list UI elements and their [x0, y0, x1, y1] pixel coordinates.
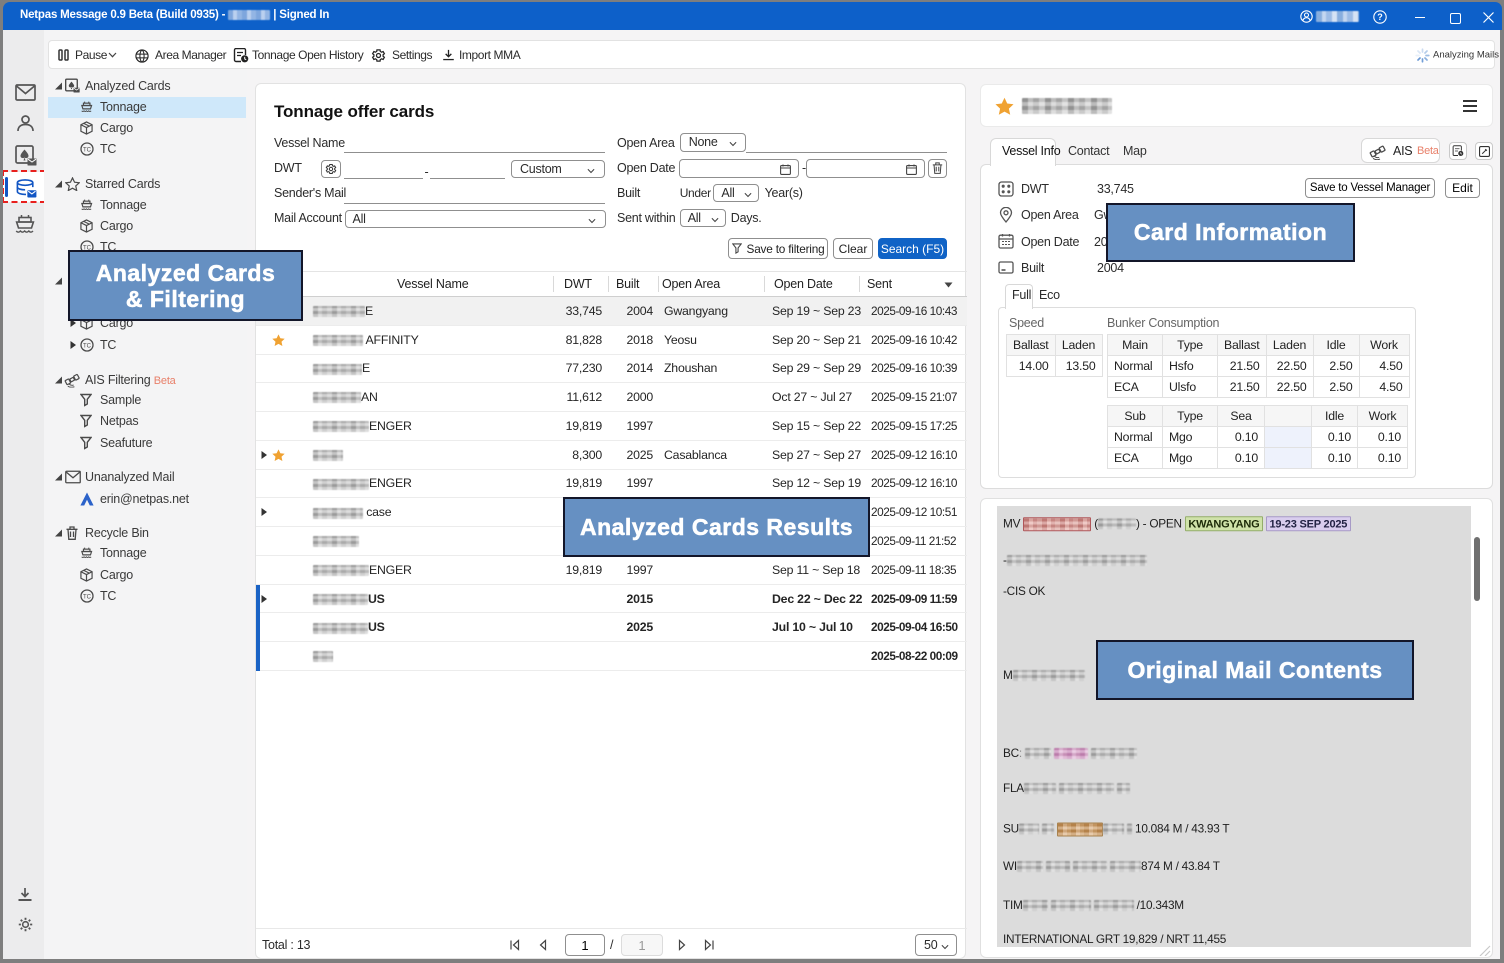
svg-text:TC: TC — [83, 147, 92, 153]
svg-text:TC: TC — [83, 343, 92, 349]
svg-text:?: ? — [1377, 12, 1383, 22]
svg-text:TC: TC — [83, 245, 92, 251]
svg-text:TC: TC — [83, 594, 92, 600]
